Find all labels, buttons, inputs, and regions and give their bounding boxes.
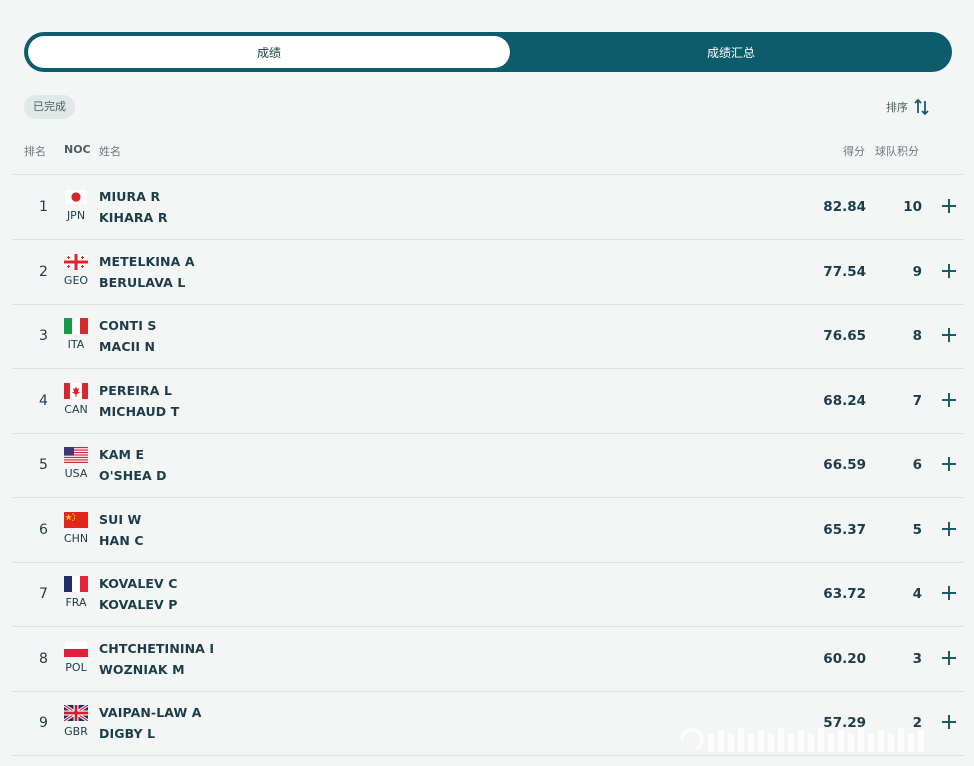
score-cell: 60.20 — [823, 650, 866, 667]
header-score: 得分 — [843, 145, 865, 158]
athlete-name-1: METELKINA A — [99, 253, 195, 269]
expand-plus-icon[interactable] — [942, 199, 956, 213]
athlete-name-1: SUI W — [99, 511, 142, 527]
noc-code: USA — [64, 467, 88, 480]
score-cell: 77.54 — [823, 263, 866, 280]
header-team-points: 球队积分 — [875, 145, 919, 158]
header-noc: NOC — [64, 143, 91, 156]
table-row[interactable]: 5 USA KAM E O'SHEA D 66.59 6 — [12, 433, 964, 497]
table-row[interactable]: 2 GEO METELKINA A BERULAVA L 77.54 9 — [12, 240, 964, 304]
geo-flag-icon — [64, 253, 88, 270]
tab-summary[interactable]: 成绩汇总 — [510, 36, 952, 68]
team-points-cell: 8 — [912, 328, 922, 344]
table-row[interactable]: 4 CAN PEREIRA L MICHAUD T 68.24 7 — [12, 369, 964, 433]
chn-flag-icon — [64, 511, 88, 528]
score-cell: 65.37 — [823, 521, 866, 538]
expand-plus-icon[interactable] — [942, 457, 956, 471]
sort-label: 排序 — [886, 101, 908, 114]
athlete-name-2: KOVALEV P — [99, 597, 178, 612]
score-cell: 82.84 — [823, 199, 866, 215]
athlete-name-2: WOZNIAK M — [99, 661, 185, 677]
rank-cell: 1 — [39, 199, 48, 215]
rank-cell: 3 — [39, 328, 48, 344]
rank-cell: 7 — [39, 586, 48, 602]
team-points-cell: 7 — [912, 392, 922, 409]
table-row[interactable]: 6 CHN SUI W HAN C 65.37 5 — [12, 498, 964, 562]
team-points-cell: 5 — [912, 521, 922, 538]
expand-plus-icon[interactable] — [942, 650, 956, 665]
header-name: 姓名 — [99, 145, 121, 158]
athlete-name-2: MACII N — [99, 339, 156, 354]
athlete-name-1: CONTI S — [99, 318, 157, 333]
athlete-name-2: DIGBY L — [99, 726, 156, 741]
noc-code: ITA — [67, 338, 85, 351]
expand-plus-icon[interactable] — [942, 586, 956, 600]
rank-cell: 4 — [39, 392, 48, 409]
status-badge: 已完成 — [24, 95, 75, 119]
athlete-name-2: KIHARA R — [99, 210, 168, 225]
athlete-name-1: MIURA R — [99, 189, 161, 204]
jpn-flag-icon — [64, 189, 88, 205]
expand-plus-icon[interactable] — [942, 263, 956, 278]
score-cell: 63.72 — [823, 586, 866, 602]
noc-code: CHN — [63, 531, 89, 545]
header-rank: 排名 — [24, 145, 46, 158]
rank-cell: 5 — [39, 457, 48, 473]
team-points-cell: 6 — [912, 457, 922, 473]
athlete-name-2: HAN C — [99, 532, 144, 548]
athlete-name-1: VAIPAN-LAW A — [99, 705, 202, 720]
athlete-name-2: BERULAVA L — [99, 274, 186, 290]
athlete-name-1: KAM E — [99, 447, 145, 462]
athlete-name-1: KOVALEV C — [99, 576, 178, 591]
athlete-name-2: O'SHEA D — [99, 468, 167, 483]
table-row[interactable]: 1 JPN MIURA R KIHARA R 82.84 10 — [12, 175, 964, 239]
noc-code: JPN — [66, 209, 86, 222]
score-cell: 66.59 — [823, 457, 866, 473]
ita-flag-icon — [64, 318, 88, 334]
gbr-flag-icon — [64, 705, 88, 721]
athlete-name-1: CHTCHETININA I — [99, 640, 215, 656]
noc-code: GEO — [63, 273, 89, 287]
fra-flag-icon — [64, 576, 88, 592]
athlete-name-1: PEREIRA L — [99, 382, 173, 398]
table-row[interactable]: 8 POL CHTCHETININA I WOZNIAK M 60.20 3 — [12, 627, 964, 691]
sort-button[interactable]: 排序 — [886, 96, 930, 118]
team-points-cell: 9 — [912, 263, 922, 280]
usa-flag-icon — [64, 447, 88, 463]
team-points-cell: 10 — [903, 199, 922, 215]
rank-cell: 9 — [39, 715, 48, 731]
rank-cell: 2 — [39, 263, 48, 280]
noc-code: CAN — [64, 402, 88, 416]
expand-plus-icon[interactable] — [942, 328, 956, 342]
score-cell: 68.24 — [823, 392, 866, 409]
rank-cell: 8 — [39, 650, 48, 667]
athlete-name-2: MICHAUD T — [99, 403, 180, 419]
expand-plus-icon[interactable] — [942, 392, 956, 407]
watermark-logo — [680, 728, 924, 752]
can-flag-icon — [64, 382, 88, 399]
noc-code: FRA — [65, 596, 87, 609]
pol-flag-icon — [64, 640, 88, 657]
table-row[interactable]: 3 ITA CONTI S MACII N 76.65 8 — [12, 304, 964, 368]
team-points-cell: 4 — [912, 586, 922, 602]
results-tab-bar: 成绩 成绩汇总 — [24, 32, 952, 72]
sort-arrows-icon — [914, 98, 929, 116]
table-row[interactable]: 7 FRA KOVALEV C KOVALEV P 63.72 4 — [12, 562, 964, 626]
expand-plus-icon[interactable] — [942, 521, 956, 536]
rank-cell: 6 — [39, 521, 48, 538]
score-cell: 76.65 — [823, 328, 866, 344]
team-points-cell: 3 — [912, 650, 922, 667]
tab-results[interactable]: 成绩 — [28, 36, 510, 68]
noc-code: POL — [65, 660, 87, 674]
noc-code: GBR — [64, 725, 88, 738]
